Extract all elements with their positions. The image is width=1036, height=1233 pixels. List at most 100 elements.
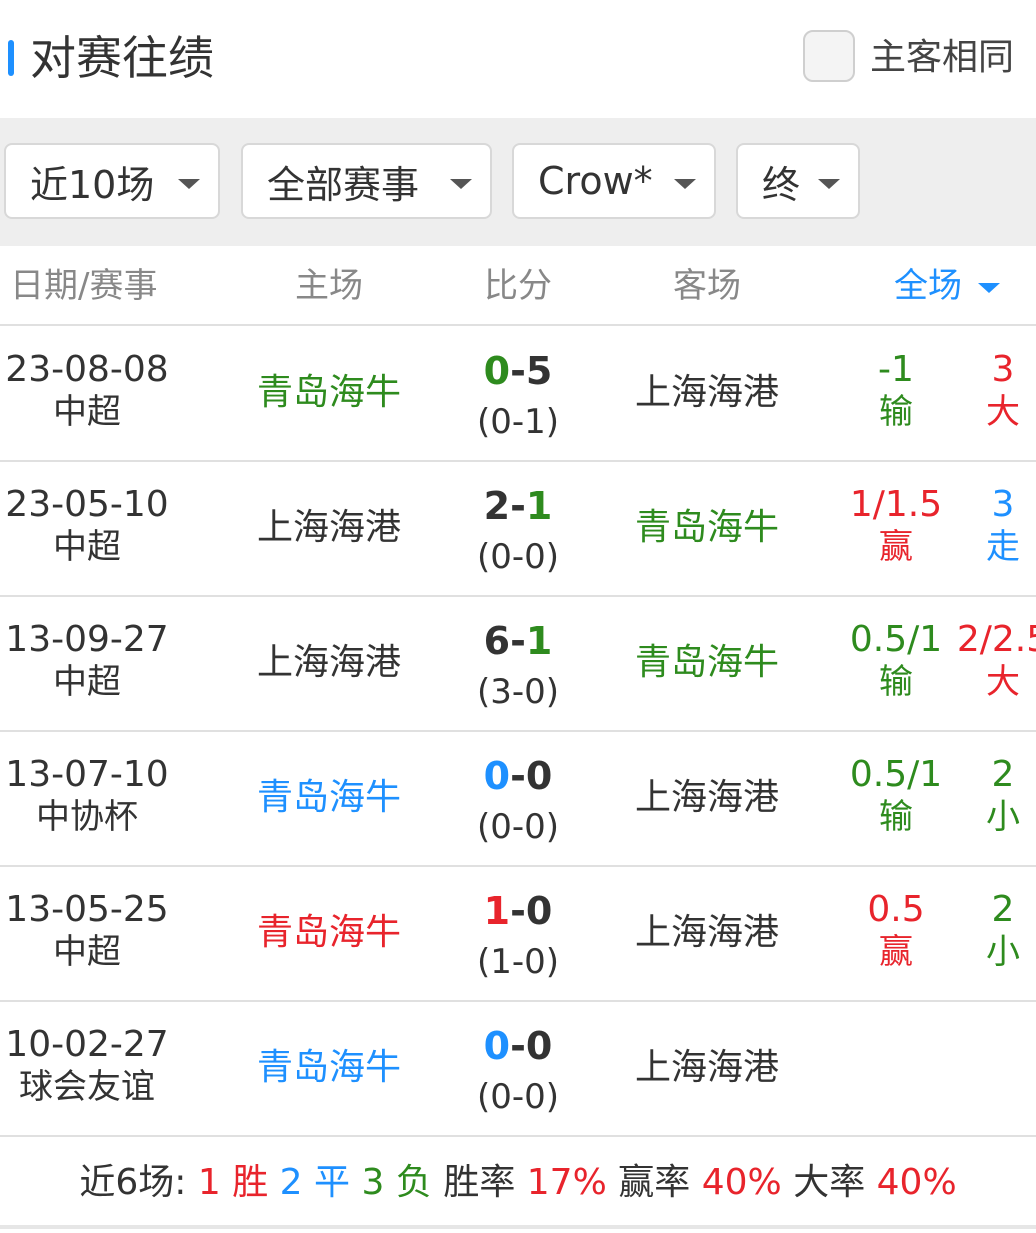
over-under-line: 2 xyxy=(991,889,1015,930)
section-header: 对赛往绩 主客相同 xyxy=(0,0,1036,118)
score-separator: - xyxy=(510,754,526,798)
company-label: Crow* xyxy=(538,159,653,203)
over-under-result: 大 xyxy=(986,662,1020,702)
summary-bar: 近6场: 1 胜 2 平 3 负 胜率 17% 赢率 40% 大率 40% xyxy=(0,1137,1036,1229)
column-header-score: 比分 xyxy=(484,266,552,306)
match-count-dropdown[interactable]: 近10场 xyxy=(4,143,220,219)
filter-bar: 近10场 全部赛事 Crow* 终 xyxy=(0,118,1036,246)
full-time-score: 0-0 xyxy=(440,1024,596,1068)
score-home: 0 xyxy=(483,1024,511,1068)
home-team[interactable]: 青岛海牛 xyxy=(218,776,440,820)
chevron-down-icon xyxy=(178,179,200,189)
chevron-down-icon xyxy=(674,179,696,189)
away-team[interactable]: 上海海港 xyxy=(596,911,818,955)
summary-prefix: 近6场: xyxy=(79,1162,187,1203)
score-home: 0 xyxy=(483,754,511,798)
score-home: 1 xyxy=(483,889,511,933)
table-header: 日期/赛事 主场 比分 客场 全场 xyxy=(0,246,1036,326)
handicap-line: -1 xyxy=(878,349,914,390)
match-competition: 球会友谊 xyxy=(19,1067,155,1107)
match-date: 23-05-10 xyxy=(5,484,169,525)
away-team[interactable]: 上海海港 xyxy=(596,1046,818,1090)
summary-win-rate-label: 胜率 xyxy=(443,1162,516,1203)
summary-loss-label: 负 xyxy=(395,1162,432,1203)
score-away: 0 xyxy=(525,1024,553,1068)
chevron-down-icon xyxy=(978,282,1000,293)
table-row[interactable]: 13-07-10 中协杯 青岛海牛 0-0 (0-0) 上海海港 0.5/1 输 2 小 xyxy=(0,732,1036,867)
over-under-line: 2/2.5 xyxy=(956,619,1036,660)
away-team[interactable]: 上海海港 xyxy=(596,776,818,820)
period-selector[interactable]: 全场 xyxy=(894,266,1000,306)
column-header-away: 客场 xyxy=(673,266,741,306)
competition-dropdown[interactable]: 全部赛事 xyxy=(241,143,492,219)
summary-over-rate-label: 大率 xyxy=(793,1162,866,1203)
home-team[interactable]: 青岛海牛 xyxy=(218,371,440,415)
match-competition: 中超 xyxy=(53,932,121,972)
summary-over-rate: 40% xyxy=(876,1162,957,1203)
match-date: 13-05-25 xyxy=(5,889,169,930)
summary-line: 近6场: 1 胜 2 平 3 负 胜率 17% 赢率 40% 大率 40% xyxy=(0,1161,1036,1205)
half-time-score: (1-0) xyxy=(476,942,560,982)
handicap-result: 赢 xyxy=(879,932,913,972)
chevron-down-icon xyxy=(450,179,472,189)
odds-type-label: 终 xyxy=(762,162,801,207)
handicap-result: 输 xyxy=(879,662,913,702)
score-separator: - xyxy=(510,619,526,663)
score-home: 6 xyxy=(483,619,511,663)
summary-loss-count: 3 xyxy=(361,1162,385,1203)
same-home-away-checkbox[interactable] xyxy=(803,30,855,82)
summary-win-rate: 17% xyxy=(526,1162,607,1203)
chevron-down-icon xyxy=(818,179,840,189)
score-away: 5 xyxy=(525,349,553,393)
handicap-result: 输 xyxy=(879,392,913,432)
half-time-score: (0-0) xyxy=(476,1077,560,1117)
handicap-line: 1/1.5 xyxy=(849,484,943,525)
table-row[interactable]: 13-09-27中超上海海港6-1(3-0)青岛海牛0.5/1输2/2.5大 xyxy=(0,597,1036,732)
odds-type-dropdown[interactable]: 终 xyxy=(736,143,860,219)
score-separator: - xyxy=(510,889,526,933)
company-dropdown[interactable]: Crow* xyxy=(512,143,716,219)
over-under-result: 小 xyxy=(986,797,1020,837)
away-team[interactable]: 上海海港 xyxy=(596,371,818,415)
over-under-result: 小 xyxy=(986,932,1020,972)
table-row[interactable]: 13-05-25 中超 青岛海牛 1-0 (1-0) 上海海港 0.5 赢 2 小 xyxy=(0,867,1036,1002)
home-team[interactable]: 青岛海牛 xyxy=(218,1046,440,1090)
away-team[interactable]: 青岛海牛 xyxy=(596,641,818,685)
same-home-away-label[interactable]: 主客相同 xyxy=(870,36,1014,80)
score-away: 0 xyxy=(525,889,553,933)
full-time-score: 0-5 xyxy=(440,349,596,393)
summary-draw-label: 平 xyxy=(314,1162,351,1203)
handicap-line: 0.5 xyxy=(867,889,925,930)
full-time-score: 1-0 xyxy=(440,889,596,933)
match-date: 13-09-27 xyxy=(5,619,169,660)
summary-win-label: 胜 xyxy=(232,1162,269,1203)
over-under-result: 走 xyxy=(986,527,1020,567)
score-away: 0 xyxy=(525,754,553,798)
full-time-score: 0-0 xyxy=(440,754,596,798)
summary-win-count: 1 xyxy=(197,1162,221,1203)
period-selector-label: 全场 xyxy=(894,266,962,306)
score-separator: - xyxy=(510,484,526,528)
score-away: 1 xyxy=(525,619,553,663)
full-time-score: 2-1 xyxy=(440,484,596,528)
column-header-date: 日期/赛事 xyxy=(10,266,158,306)
table-row[interactable]: 23-08-08 中超 青岛海牛 0-5 (0-1) 上海海港 -1 输 3 大 xyxy=(0,327,1036,462)
summary-hcp-rate: 40% xyxy=(701,1162,782,1203)
score-separator: - xyxy=(510,1024,526,1068)
home-team[interactable]: 青岛海牛 xyxy=(218,911,440,955)
summary-hcp-rate-label: 赢率 xyxy=(618,1162,691,1203)
score-home: 0 xyxy=(483,349,511,393)
half-time-score: (0-0) xyxy=(476,807,560,847)
full-time-score: 6-1 xyxy=(440,619,596,663)
table-row[interactable]: 23-05-10 中超 上海海港 2-1 (0-0) 青岛海牛 1/1.5 赢 3 走 xyxy=(0,462,1036,597)
table-row[interactable]: 10-02-27 球会友谊 青岛海牛 0-0 (0-0) 上海海港 xyxy=(0,1002,1036,1137)
half-time-score: (0-1) xyxy=(476,402,560,442)
home-team[interactable]: 上海海港 xyxy=(218,641,440,685)
away-team[interactable]: 青岛海牛 xyxy=(596,506,818,550)
match-competition: 中超 xyxy=(53,392,121,432)
score-home: 2 xyxy=(483,484,511,528)
competition-label: 全部赛事 xyxy=(267,162,420,207)
section-accent-bar xyxy=(8,40,14,76)
home-team[interactable]: 上海海港 xyxy=(218,506,440,550)
summary-draw-count: 2 xyxy=(279,1162,303,1203)
